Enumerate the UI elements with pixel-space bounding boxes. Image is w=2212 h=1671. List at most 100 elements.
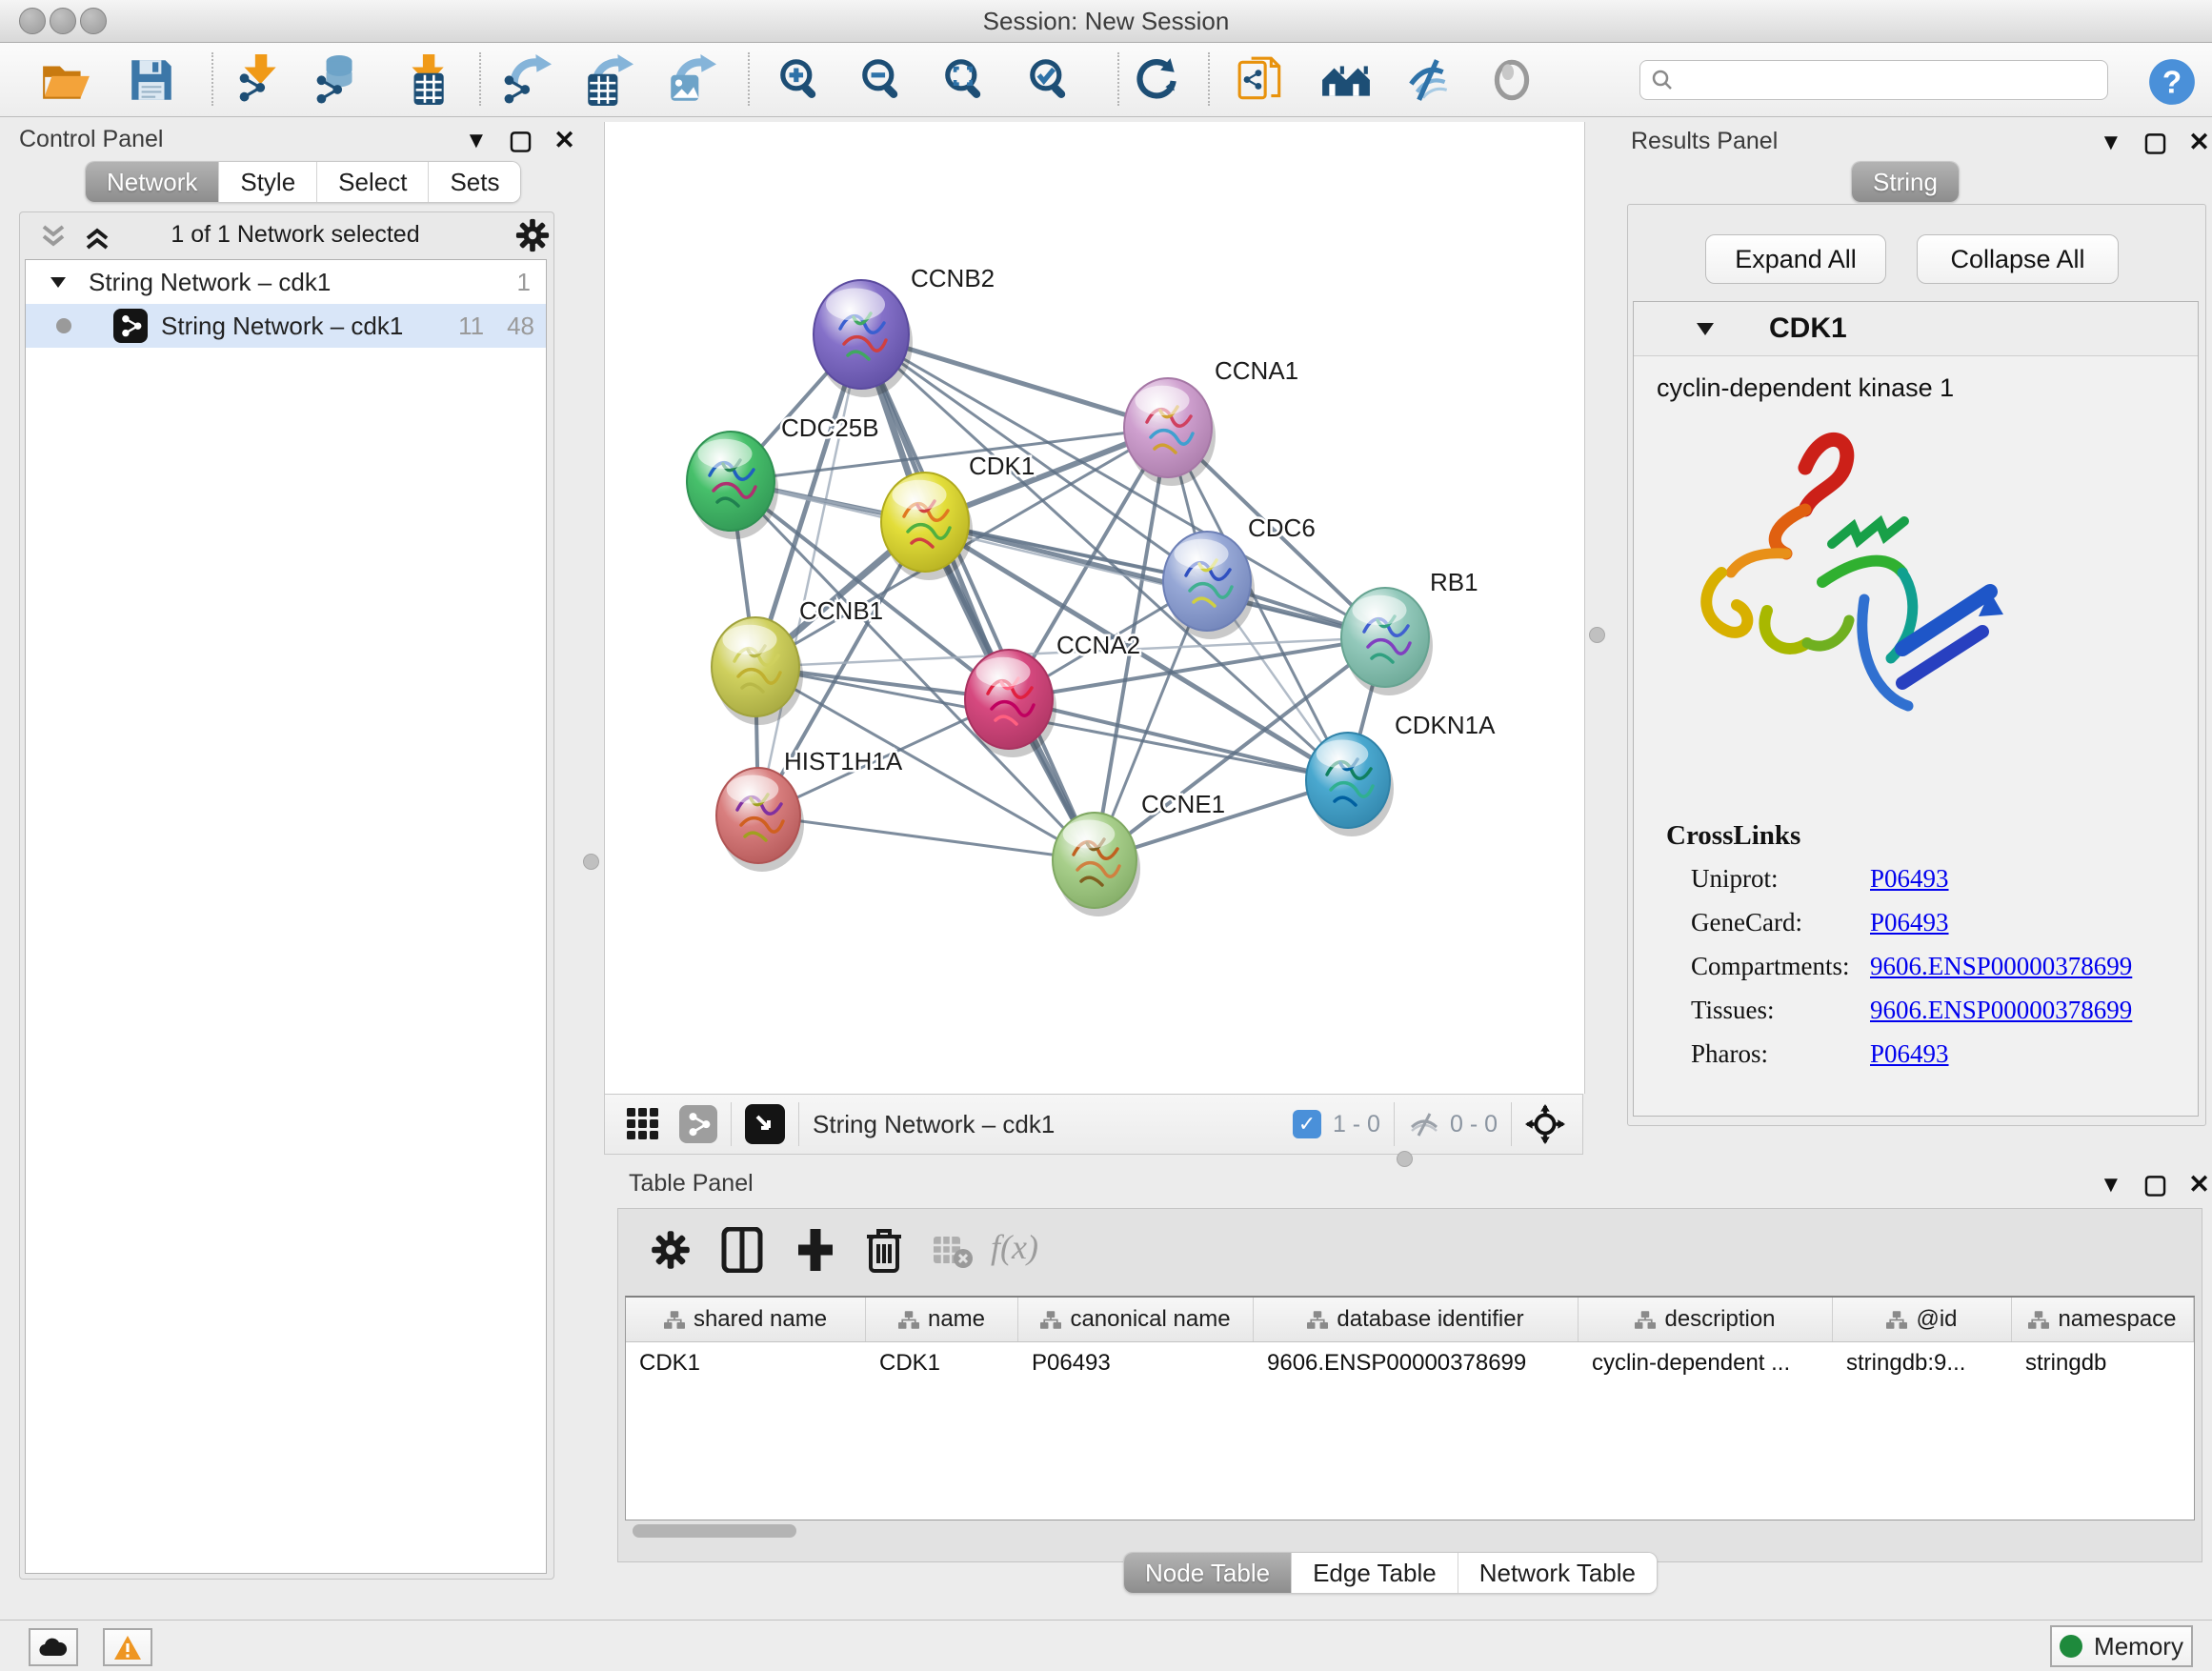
network-node-CDC25B[interactable] [687,432,778,539]
import-table-from-file-button[interactable] [400,54,452,106]
tab-select[interactable]: Select [317,162,429,202]
column-header--id[interactable]: @id [1833,1298,2012,1341]
tab-sets[interactable]: Sets [429,162,520,202]
show-columns-icon[interactable] [720,1227,764,1273]
minimize-window-button[interactable] [50,8,76,34]
tab-node-table[interactable]: Node Table [1124,1553,1292,1593]
hide-glass-eye-button[interactable] [1403,54,1455,106]
search-box[interactable] [1639,60,2108,100]
network-node-CCNB1[interactable] [712,617,803,725]
add-column-icon[interactable] [794,1227,836,1273]
network-collection-row[interactable]: String Network – cdk1 1 [26,260,546,304]
export-table-button[interactable] [582,54,633,106]
network-node-CCNE1[interactable] [1053,813,1140,916]
table-cell[interactable]: stringdb [2012,1342,2194,1384]
right-splitter-handle[interactable] [1589,627,1605,643]
import-network-from-file-button[interactable] [233,54,285,106]
table-cell[interactable]: P06493 [1018,1342,1254,1384]
memory-button[interactable]: Memory [2050,1625,2193,1667]
network-canvas[interactable]: CCNB2CCNA1CDC25BCDK1CDC6RB1CCNB1CCNA2HIS… [604,122,1585,1094]
network-node-RB1[interactable] [1341,588,1433,695]
collapse-all-networks-icon[interactable] [38,223,69,252]
zoom-in-button[interactable] [775,54,827,106]
tab-string[interactable]: String [1852,162,1959,202]
grid-view-icon[interactable] [626,1107,660,1141]
tab-style[interactable]: Style [219,162,317,202]
import-network-from-database-button[interactable] [312,54,364,106]
close-panel-icon[interactable]: ✕ [2188,130,2210,155]
table-horizontal-scrollbar[interactable] [633,1524,796,1538]
panel-menu-icon[interactable]: ▼ [2100,1174,2122,1197]
search-input[interactable] [1675,66,2088,94]
pan-crosshair-icon[interactable] [1525,1104,1565,1144]
network-edge[interactable] [758,815,1095,860]
string-home-button[interactable] [1320,54,1372,106]
column-header-namespace[interactable]: namespace [2012,1298,2194,1341]
float-panel-icon[interactable]: ▢ [509,128,533,153]
expand-all-networks-icon[interactable] [82,223,112,252]
table-settings-gear-icon[interactable] [650,1229,692,1271]
string-network-graph[interactable]: CCNB2CCNA1CDC25BCDK1CDC6RB1CCNB1CCNA2HIS… [605,122,1584,1094]
table-cell[interactable]: CDK1 [626,1342,866,1384]
zoom-window-button[interactable] [80,8,107,34]
export-network-button[interactable] [500,54,552,106]
network-node-CDKN1A[interactable] [1306,733,1394,836]
column-header-shared-name[interactable]: shared name [626,1298,866,1341]
share-session-button[interactable] [1236,54,1287,106]
close-panel-icon[interactable]: ✕ [2188,1172,2210,1198]
network-edge[interactable] [758,334,861,815]
horizontal-splitter-handle[interactable] [1397,1151,1413,1167]
refresh-view-button[interactable] [1131,54,1182,106]
column-header-name[interactable]: name [866,1298,1018,1341]
zoom-out-button[interactable] [857,54,909,106]
float-panel-icon[interactable]: ▢ [2143,1172,2168,1198]
float-panel-icon[interactable]: ▢ [2143,130,2168,155]
network-row[interactable]: String Network – cdk1 11 48 [26,304,546,348]
network-node-CDK1[interactable] [881,473,973,580]
network-options-gear-icon[interactable] [514,217,551,253]
gene-section-header[interactable]: CDK1 [1634,302,2198,356]
crosslink-link[interactable]: P06493 [1870,908,1949,937]
delete-column-trash-icon[interactable] [865,1227,903,1273]
close-window-button[interactable] [19,8,46,34]
help-button[interactable]: ? [2146,56,2198,108]
column-header-database-identifier[interactable]: database identifier [1254,1298,1579,1341]
close-panel-icon[interactable]: ✕ [553,128,575,153]
section-expander-icon[interactable] [1695,320,1716,337]
collapse-all-button[interactable]: Collapse All [1917,234,2119,284]
panel-menu-icon[interactable]: ▼ [465,130,488,152]
network-node-CCNB2[interactable] [814,280,913,397]
save-session-button[interactable] [126,54,177,106]
warnings-button[interactable] [103,1628,152,1666]
network-node-CCNA1[interactable] [1124,378,1216,486]
crosslink-link[interactable]: P06493 [1870,1039,1949,1069]
table-cell[interactable]: cyclin-dependent ... [1579,1342,1833,1384]
tab-network-table[interactable]: Network Table [1458,1553,1657,1593]
tab-network[interactable]: Network [86,162,219,202]
open-session-button[interactable] [40,54,91,106]
birds-eye-view-icon[interactable] [745,1104,785,1144]
cloud-status-button[interactable] [29,1628,78,1666]
column-header-description[interactable]: description [1579,1298,1833,1341]
table-cell[interactable]: 9606.ENSP00000378699 [1254,1342,1579,1384]
show-glass-eye-button[interactable] [1486,54,1538,106]
fit-content-button[interactable] [940,54,992,106]
zoom-selected-button[interactable] [1025,54,1076,106]
export-image-button[interactable] [665,54,716,106]
network-node-HIST1H1A[interactable] [716,768,804,872]
crosslink-link[interactable]: 9606.ENSP00000378699 [1870,952,2132,981]
table-cell[interactable]: CDK1 [866,1342,1018,1384]
column-header-canonical-name[interactable]: canonical name [1018,1298,1254,1341]
panel-menu-icon[interactable]: ▼ [2100,131,2122,154]
left-splitter-handle[interactable] [583,854,599,870]
table-row[interactable]: CDK1CDK1P064939606.ENSP00000378699cyclin… [626,1342,2194,1384]
tab-edge-table[interactable]: Edge Table [1292,1553,1458,1593]
table-cell[interactable]: stringdb:9... [1833,1342,2012,1384]
expand-all-button[interactable]: Expand All [1705,234,1886,284]
network-edge[interactable] [1009,699,1348,780]
network-edge[interactable] [925,522,1385,637]
network-view-type-icon[interactable] [679,1105,717,1143]
crosslink-link[interactable]: P06493 [1870,864,1949,894]
network-edge[interactable] [861,334,1095,860]
collection-expander-icon[interactable] [49,274,68,290]
